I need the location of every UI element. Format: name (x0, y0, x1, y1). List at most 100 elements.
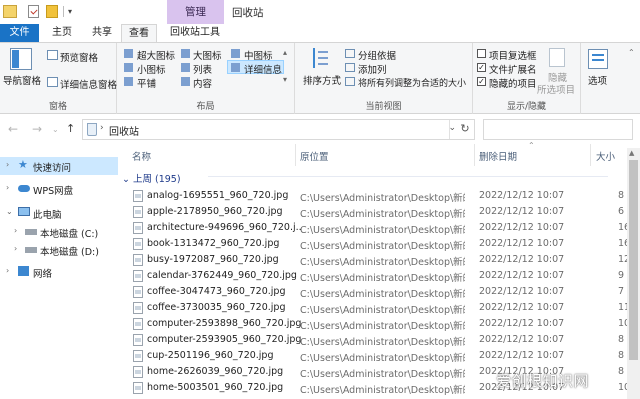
fit-columns-icon (345, 77, 355, 86)
star-icon: ★ (18, 158, 28, 171)
tiles-icon (124, 77, 133, 86)
vertical-scrollbar[interactable]: ▲ (627, 148, 640, 399)
sort-by-chevron-icon: ▾ (335, 73, 339, 81)
watermark: 爱创根知识网 (496, 372, 590, 390)
column-header-name[interactable]: 名称 (132, 149, 151, 163)
customize-quick-access-icon[interactable]: ▾ (68, 7, 72, 16)
cloud-icon (18, 185, 30, 192)
table-row[interactable]: apple-2178950_960_720.jpg C:\Users\Admini… (118, 204, 630, 220)
nav-item-wps-cloud[interactable]: › WPS网盘 (0, 180, 118, 198)
scroll-up-icon[interactable]: ▲ (629, 149, 634, 157)
table-row[interactable]: book-1313472_960_720.jpg C:\Users\Adminis… (118, 236, 630, 252)
refresh-icon[interactable]: ↻ (455, 120, 475, 138)
expand-chevron-icon[interactable]: › (6, 160, 9, 169)
column-header-size[interactable]: 大小 (596, 149, 615, 163)
folder-icon[interactable] (3, 5, 17, 18)
group-header-last-week[interactable]: ⌄ 上周 (195) (122, 171, 608, 185)
recent-locations-icon[interactable]: ⌄ (52, 125, 59, 134)
tab-view[interactable]: 查看 (121, 24, 157, 42)
table-row[interactable]: computer-2593905_960_720.jpg C:\Users\Adm… (118, 332, 630, 348)
ribbon-tabs: 文件 主页 共享 查看 回收站工具 (0, 24, 640, 42)
table-row[interactable]: calendar-3762449_960_720.jpg C:\Users\Adm… (118, 268, 630, 284)
new-folder-icon[interactable] (46, 5, 58, 18)
nav-item-quick-access[interactable]: › ★ 快速访问 (0, 157, 118, 175)
table-row[interactable]: cup-2501196_960_720.jpg C:\Users\Administ… (118, 348, 630, 364)
expand-chevron-icon[interactable]: ⌄ (6, 207, 13, 216)
expand-chevron-icon[interactable]: › (6, 183, 9, 192)
tab-home[interactable]: 主页 (44, 24, 80, 42)
hide-selected-label: 所选项目 (537, 85, 576, 96)
collapse-chevron-icon[interactable]: ⌄ (122, 174, 133, 185)
expand-chevron-icon[interactable]: › (14, 226, 17, 235)
layout-extra-large[interactable]: 超大图标 (137, 48, 175, 62)
image-file-icon (133, 206, 143, 218)
options-button[interactable]: 选项 (588, 73, 607, 87)
layout-list[interactable]: 列表 (193, 62, 212, 76)
details-pane-button[interactable]: 详细信息窗格 (60, 77, 117, 91)
layout-large[interactable]: 大图标 (193, 48, 222, 62)
layout-scroll-up-icon[interactable]: ▴ (283, 48, 287, 57)
hidden-items-checkbox[interactable]: ✓ (477, 77, 486, 86)
table-row[interactable]: architecture-949696_960_720.j... C:\Users… (118, 220, 630, 236)
title-bar: ▾ 管理 回收站 (0, 0, 640, 24)
forward-arrow-icon[interactable]: → (32, 122, 42, 136)
context-tab-manage[interactable]: 管理 (167, 0, 224, 24)
tab-share[interactable]: 共享 (84, 24, 120, 42)
scrollbar-thumb[interactable] (629, 160, 638, 360)
file-original-location: C:\Users\Administrator\Desktop\新的... (300, 305, 465, 316)
address-bar[interactable]: › 回收站 ⌄ (82, 119, 475, 140)
group-label-show-hide: 显示/隐藏 (506, 102, 547, 112)
ribbon-collapse-icon[interactable]: ⌃ (628, 48, 635, 57)
layout-details[interactable]: 详细信息 (244, 62, 282, 76)
navigation-pane-icon[interactable] (10, 48, 32, 70)
item-checkboxes-checkbox[interactable] (477, 49, 486, 58)
nav-item-label: 此电脑 (33, 210, 62, 221)
file-original-location: C:\Users\Administrator\Desktop\新的... (300, 385, 465, 396)
nav-item-drive-d[interactable]: › 本地磁盘 (D:) (0, 241, 118, 259)
layout-tiles[interactable]: 平铺 (137, 76, 156, 90)
layout-small[interactable]: 小图标 (137, 62, 166, 76)
nav-item-this-pc[interactable]: ⌄ 此电脑 (0, 204, 118, 222)
drive-icon (25, 247, 37, 253)
table-row[interactable]: coffee-3730035_960_720.jpg C:\Users\Admin… (118, 300, 630, 316)
file-date-deleted: 2022/12/12 10:07 (479, 238, 565, 249)
group-label-layout: 布局 (196, 102, 215, 112)
table-row[interactable]: computer-2593898_960_720.jpg C:\Users\Adm… (118, 316, 630, 332)
preview-pane-button[interactable]: 预览窗格 (60, 50, 98, 64)
image-file-icon (133, 302, 143, 314)
breadcrumb-chevron-icon[interactable]: › (100, 123, 104, 133)
column-header-original-location[interactable]: 原位置 (300, 149, 329, 163)
expand-chevron-icon[interactable]: › (6, 266, 9, 275)
tab-recycle-bin-tools[interactable]: 回收站工具 (160, 24, 230, 42)
table-row[interactable]: coffee-3047473_960_720.jpg C:\Users\Admin… (118, 284, 630, 300)
tab-file[interactable]: 文件 (0, 24, 39, 42)
file-original-location: C:\Users\Administrator\Desktop\新的... (300, 369, 465, 380)
column-header-date-deleted[interactable]: 删除日期 (479, 149, 517, 163)
nav-item-network[interactable]: › 网络 (0, 263, 118, 281)
file-date-deleted: 2022/12/12 10:07 (479, 270, 565, 281)
table-row[interactable]: busy-1972087_960_720.jpg C:\Users\Adminis… (118, 252, 630, 268)
add-columns-button[interactable]: 添加列 (358, 62, 387, 76)
options-icon[interactable] (588, 49, 608, 69)
table-row[interactable]: analog-1695551_960_720.jpg C:\Users\Admin… (118, 188, 630, 204)
sort-by-icon[interactable] (311, 48, 331, 70)
search-input[interactable] (483, 119, 633, 140)
file-extensions-checkbox[interactable]: ✓ (477, 63, 486, 72)
group-current-view: 排序方式 ▾ 分组依据 添加列 将所有列调整为合适的大小 当前视图 (295, 43, 473, 114)
hide-selected-icon (549, 48, 565, 67)
up-arrow-icon[interactable]: ↑ (66, 122, 75, 135)
breadcrumb[interactable]: 回收站 (109, 123, 139, 138)
layout-more-icon[interactable]: ▾ (283, 75, 287, 84)
group-by-button[interactable]: 分组依据 (358, 48, 396, 62)
hidden-items-label: 隐藏的项目 (489, 79, 537, 90)
file-name: analog-1695551_960_720.jpg (147, 190, 289, 201)
nav-item-drive-c[interactable]: › 本地磁盘 (C:) (0, 223, 118, 241)
layout-content[interactable]: 内容 (193, 76, 212, 90)
group-label-current-view: 当前视图 (365, 102, 402, 112)
image-file-icon (133, 382, 143, 394)
properties-icon[interactable] (28, 5, 39, 18)
fit-columns-button[interactable]: 将所有列调整为合适的大小 (358, 76, 466, 89)
navigation-pane-button[interactable]: 导航窗格 (3, 73, 41, 87)
back-arrow-icon[interactable]: ← (8, 122, 18, 136)
expand-chevron-icon[interactable]: › (14, 244, 17, 253)
